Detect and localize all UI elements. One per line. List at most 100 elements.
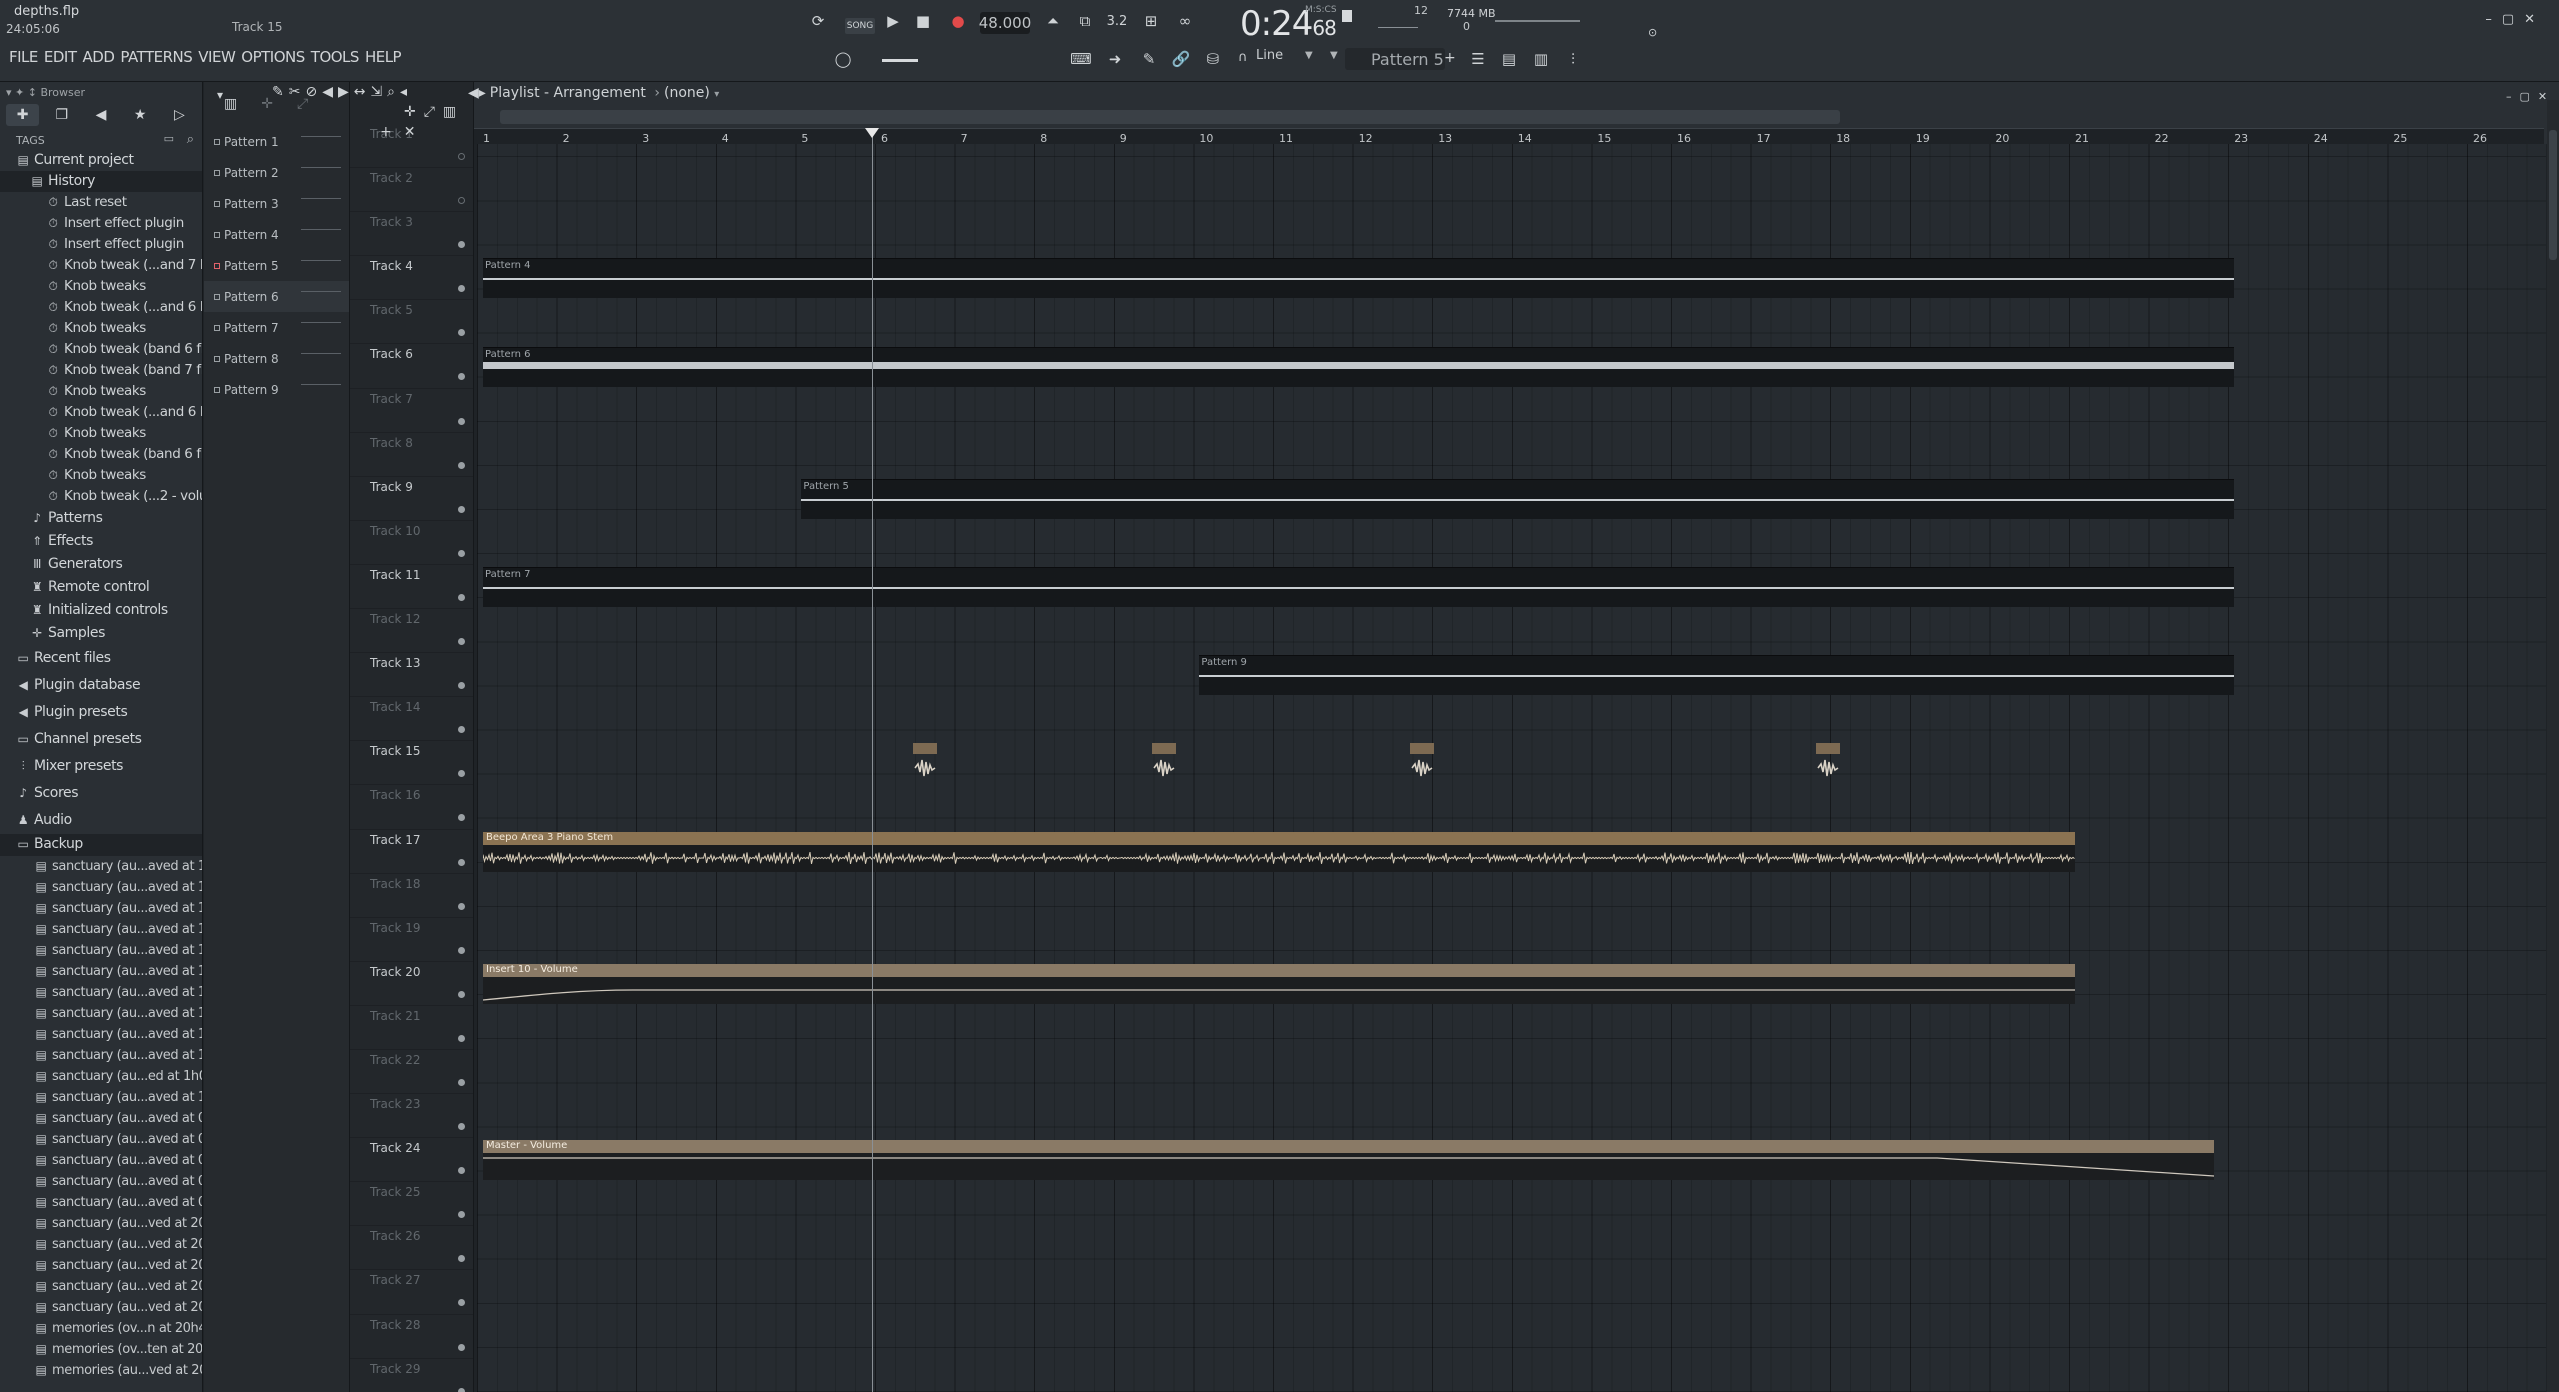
audio-clip-small[interactable] <box>912 743 937 783</box>
track-header[interactable]: Track 2 <box>350 168 473 213</box>
track-header[interactable]: Track 6 <box>350 344 473 389</box>
browser-star-icon[interactable]: ★ <box>124 104 157 126</box>
selection-chevron-icon[interactable]: ▾ <box>714 89 719 100</box>
automation-clip[interactable]: Insert 10 - Volume <box>483 963 2075 1004</box>
backup-file[interactable]: ▤ sanctuary (au...aved at 1h03) <box>0 1003 202 1024</box>
automation-clip[interactable]: Master - Volume <box>483 1140 2215 1181</box>
track-mute-icon[interactable] <box>458 1078 465 1086</box>
pattern-select[interactable]: Pattern 5 <box>1345 48 1445 70</box>
history-item[interactable]: ⏱ Knob tweak (...and 6 level) <box>0 402 202 423</box>
track-mute-icon[interactable] <box>458 1123 465 1131</box>
magnet-icon[interactable]: ∩ <box>1238 50 1248 65</box>
history-item[interactable]: ⏱ Knob tweaks <box>0 276 202 297</box>
backup-file[interactable]: ▤ sanctuary (au...aved at 0h58) <box>0 1129 202 1150</box>
playlist-nav-icons-2[interactable]: +✕ <box>380 124 427 140</box>
mixer-faders-icon[interactable]: ⫶ <box>1560 46 1586 72</box>
history-item[interactable]: ⏱ Knob tweak (band 6 freq) <box>0 444 202 465</box>
track-mute-icon[interactable] <box>458 417 465 425</box>
track-header[interactable]: Track 11 <box>350 565 473 610</box>
backup-file[interactable]: ▤ sanctuary (au...ved at 20h51) <box>0 1297 202 1318</box>
history-item[interactable]: ⏱ Last reset <box>0 192 202 213</box>
track-mute-icon[interactable] <box>458 1387 465 1392</box>
tree-section[interactable]: ⇑ Effects <box>0 530 202 553</box>
snap-chevron-icon[interactable]: ▼ <box>1305 50 1313 61</box>
track-header[interactable]: Track 18 <box>350 874 473 918</box>
playlist-selection[interactable]: (none) <box>664 85 710 101</box>
track-header[interactable]: Track 21 <box>350 1006 473 1050</box>
stamp-icon[interactable]: ⛁ <box>1200 46 1226 72</box>
pattern-clip[interactable]: Pattern 6 <box>483 346 2235 387</box>
pattern-clip[interactable]: Pattern 5 <box>801 478 2235 519</box>
tree-root-folder[interactable]: ▭ Recent files <box>0 645 202 672</box>
track-header[interactable]: Track 26 <box>350 1226 473 1271</box>
track-header[interactable]: Track 28 <box>350 1315 473 1359</box>
history-item[interactable]: ⏱ Knob tweaks <box>0 318 202 339</box>
history-item[interactable]: ⏱ Knob tweak (band 7 freq) <box>0 360 202 381</box>
pattern-item[interactable]: Pattern 1 <box>204 126 349 157</box>
history-item[interactable]: ⏱ Knob tweak (...and 6 level) <box>0 297 202 318</box>
tree-root-folder[interactable]: ♟ Audio <box>0 807 202 834</box>
menu-tools[interactable]: TOOLS <box>308 48 362 66</box>
browser-options-icon[interactable]: ▾ ✦ ↕ <box>6 86 40 99</box>
track-header[interactable]: Track 14 <box>350 697 473 742</box>
backup-file[interactable]: ▤ sanctuary (au...ved at 20h56) <box>0 1213 202 1234</box>
track-mute-icon[interactable] <box>458 638 465 646</box>
track-header[interactable]: Track 15 <box>350 741 473 786</box>
backup-file[interactable]: ▤ sanctuary (au...ved at 20h53) <box>0 1255 202 1276</box>
menu-view[interactable]: VIEW <box>195 48 238 66</box>
track-mute-icon[interactable] <box>458 682 465 690</box>
wait-input-icon[interactable]: ⧉ <box>1072 8 1098 34</box>
picker-menu-chevron-icon[interactable]: ▾ <box>217 88 223 102</box>
track-mute-icon[interactable] <box>458 946 465 954</box>
track-mute-icon[interactable] <box>458 902 465 910</box>
track-header[interactable]: Track 12 <box>350 609 473 654</box>
output-monitor-icon[interactable]: ⊙ <box>1648 26 1657 39</box>
channel-rack-icon[interactable]: ▤ <box>1496 46 1522 72</box>
backup-file[interactable]: ▤ memories (ov...n at 20h49)_2 <box>0 1318 202 1339</box>
track-header[interactable]: Track 27 <box>350 1270 473 1315</box>
tree-root-folder[interactable]: ⫶ Mixer presets <box>0 753 202 780</box>
backup-file[interactable]: ▤ sanctuary (au...aved at 1h09) <box>0 877 202 898</box>
audio-clip[interactable]: Beepo Area 3 Piano Stem <box>483 831 2075 872</box>
history-item[interactable]: ⏱ Knob tweaks <box>0 423 202 444</box>
track-mute-icon[interactable] <box>458 990 465 998</box>
playlist-nav-icons[interactable]: ✛⤢▥ <box>404 104 464 120</box>
track-mute-icon[interactable] <box>458 505 465 513</box>
track-mute-icon[interactable] <box>458 197 465 205</box>
backup-file[interactable]: ▤ sanctuary (au...aved at 1h04) <box>0 982 202 1003</box>
backup-file[interactable]: ▤ sanctuary (au...aved at 1h01) <box>0 1045 202 1066</box>
pattern-item[interactable]: Pattern 7 <box>204 312 349 343</box>
step-edit-button[interactable]: 3.2 <box>1104 8 1130 34</box>
menu-edit[interactable]: EDIT <box>41 48 80 66</box>
pattern-clip[interactable]: Pattern 7 <box>483 567 2235 607</box>
pattern-item[interactable]: Pattern 4 <box>204 219 349 250</box>
browser-plugins-icon[interactable]: ◀ <box>84 104 117 126</box>
track-mute-icon[interactable] <box>458 1034 465 1042</box>
track-mute-icon[interactable] <box>458 1211 465 1219</box>
browser-all-icon[interactable]: ✚ <box>6 104 40 126</box>
audio-clip-small[interactable] <box>1151 743 1176 783</box>
folder-icon[interactable]: ▭ <box>164 132 174 145</box>
tree-section[interactable]: ♜ Remote control <box>0 576 202 599</box>
track-header[interactable]: Track 29 <box>350 1359 473 1392</box>
backup-file[interactable]: ▤ sanctuary (au...aved at 1h02) <box>0 1024 202 1045</box>
backup-file[interactable]: ▤ sanctuary (au...aved at 1h08) <box>0 898 202 919</box>
track-header[interactable]: Track 3 <box>350 212 473 257</box>
backup-file[interactable]: ▤ sanctuary (au...ed at 1h00)_2 <box>0 1066 202 1087</box>
audio-clip-small[interactable] <box>1816 743 1841 783</box>
pattern-item[interactable]: Pattern 6 <box>204 281 349 312</box>
backup-file[interactable]: ▤ sanctuary (au...aved at 0h59) <box>0 1108 202 1129</box>
playlist-menu-icon[interactable]: ◀▸ <box>468 85 486 101</box>
tree-root-folder[interactable]: ◀ Plugin presets <box>0 699 202 726</box>
track-mute-icon[interactable] <box>458 593 465 601</box>
pattern-chevron-icon[interactable]: ▼ <box>1330 50 1338 61</box>
history-item[interactable]: ⏱ Insert effect plugin <box>0 213 202 234</box>
track-mute-icon[interactable] <box>458 153 465 160</box>
history-item[interactable]: ⏱ Knob tweak (band 6 freq) <box>0 339 202 360</box>
backup-file[interactable]: ▤ sanctuary (au...ved at 20h55) <box>0 1234 202 1255</box>
menu-patterns[interactable]: PATTERNS <box>117 48 195 66</box>
tree-current-project[interactable]: ▤ Current project <box>0 150 202 171</box>
tree-root-folder[interactable]: ▭ Channel presets <box>0 726 202 753</box>
history-item[interactable]: ⏱ Knob tweaks <box>0 381 202 402</box>
loop-icon[interactable]: ∞ <box>1172 8 1198 34</box>
